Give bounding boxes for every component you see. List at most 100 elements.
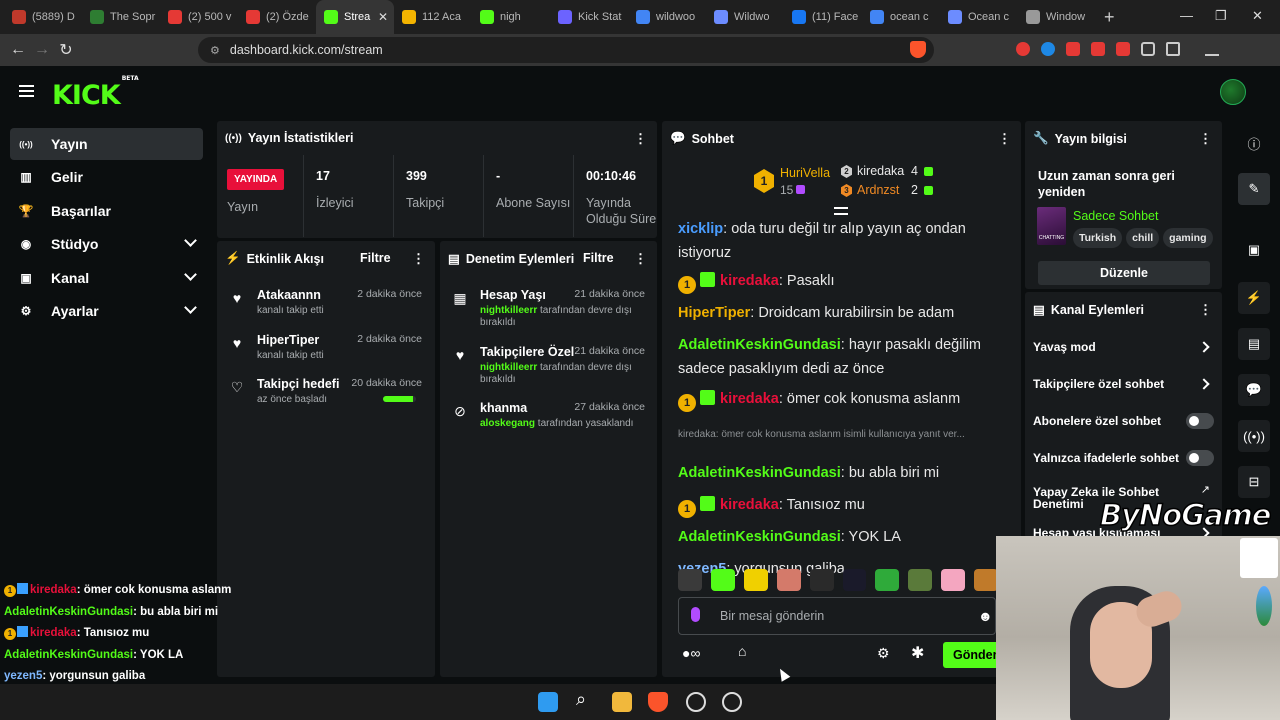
chat-input[interactable]: Bir mesaj gönderin ☻ [678, 597, 996, 635]
browser-tab[interactable]: (5889) D [4, 0, 82, 34]
site-info-icon[interactable]: ⚙ [210, 44, 220, 57]
notes-icon[interactable]: ▤ [1238, 328, 1270, 360]
url-field[interactable]: ⚙ dashboard.kick.com/stream [198, 37, 934, 63]
stream-tag[interactable]: Turkish [1073, 228, 1123, 248]
maximize-icon[interactable]: ❐ [1215, 8, 1227, 24]
brave-shields-icon[interactable] [910, 41, 926, 58]
browser-tab[interactable]: nigh [472, 0, 550, 34]
browser-tab[interactable]: 112 Aca [394, 0, 472, 34]
filter-button[interactable]: Filtre [360, 251, 391, 265]
stream-tag[interactable]: gaming [1163, 228, 1213, 248]
store-icon[interactable]: ⌂ [738, 643, 746, 659]
extension-tube-icon[interactable] [1116, 42, 1130, 56]
channel-action-item[interactable]: Yavaş mod [1033, 338, 1214, 362]
chevron-right-icon[interactable] [1198, 341, 1210, 353]
emoji-icon[interactable]: ☻ [978, 608, 993, 624]
more-options-icon[interactable]: ⋮ [634, 131, 647, 147]
more-options-icon[interactable]: ⋮ [1199, 131, 1212, 147]
sidebar-item-5[interactable]: ⚙ Ayarlar [10, 295, 203, 327]
browser-tab[interactable]: Ocean c [940, 0, 1018, 34]
reload-icon[interactable]: ↻ [54, 40, 78, 60]
windows-start-icon[interactable] [538, 692, 558, 712]
mic-icon[interactable] [691, 607, 700, 622]
chat-icon[interactable]: 💬 [1238, 374, 1270, 406]
category-link[interactable]: Sadece Sohbet [1073, 209, 1159, 223]
channel-action-item[interactable]: Takipçilere özel sohbet [1033, 375, 1214, 399]
extension-ublock-icon[interactable] [1016, 42, 1030, 56]
info-icon[interactable]: ⓘ [1238, 127, 1270, 159]
extension-youtube-icon[interactable] [1066, 42, 1080, 56]
extension-search-icon[interactable] [1091, 42, 1105, 56]
obs-icon[interactable] [686, 692, 706, 712]
new-tab-icon[interactable]: + [1104, 7, 1115, 28]
browser-tab[interactable]: Strea ✕ [316, 0, 394, 34]
emote-icon[interactable] [678, 569, 702, 591]
emote-icon[interactable] [974, 569, 999, 591]
brave-browser-icon[interactable] [648, 692, 668, 712]
top-gifter-name[interactable]: HuriVella [780, 166, 830, 180]
moderator-name[interactable]: nightkilleerr [480, 362, 537, 373]
back-icon[interactable]: ← [6, 41, 30, 59]
browser-tab[interactable]: Window [1018, 0, 1096, 34]
browser-tab[interactable]: Wildwo [706, 0, 784, 34]
browser-tab[interactable]: (2) Özde [238, 0, 316, 34]
stream-tag[interactable]: chill [1126, 228, 1160, 248]
toggle-switch[interactable] [1186, 413, 1214, 429]
chevron-down-icon[interactable] [184, 267, 197, 281]
chat-username[interactable]: kiredaka [720, 497, 779, 513]
more-options-icon[interactable]: ⋮ [634, 251, 647, 267]
sidebar-item-0[interactable]: ((•)) Yayın [10, 128, 203, 160]
channel-action-item[interactable]: Abonelere özel sohbet [1033, 412, 1214, 436]
chat-username[interactable]: kiredaka [720, 391, 779, 407]
browser-tab[interactable]: The Sopr [82, 0, 160, 34]
hamburger-menu-icon[interactable] [19, 85, 34, 97]
kick-logo[interactable]: KICKBETA [52, 75, 139, 111]
emote-icon[interactable] [908, 569, 933, 591]
more-options-icon[interactable]: ⋮ [412, 251, 425, 267]
forward-icon[interactable]: → [30, 41, 54, 59]
chat-username[interactable]: HiperTiper [678, 305, 750, 321]
app-icon[interactable] [722, 692, 742, 712]
edit-button[interactable]: Düzenle [1038, 261, 1210, 285]
more-options-icon[interactable]: ⋮ [1199, 302, 1212, 318]
lightning-icon[interactable]: ⚡ [1238, 282, 1270, 314]
close-tab-icon[interactable]: ✕ [378, 10, 388, 24]
emote-icon[interactable] [743, 569, 768, 591]
broadcast-icon[interactable]: ((•)) [1238, 420, 1270, 452]
fullscreen-icon[interactable]: ▣ [1238, 234, 1270, 266]
browser-tab[interactable]: (11) Face [784, 0, 862, 34]
minimize-icon[interactable]: — [1180, 8, 1193, 23]
reply-preview[interactable]: kiredaka: ömer cok konusma aslanm isimli… [678, 423, 1008, 447]
chevron-down-icon[interactable] [184, 301, 197, 314]
puzzle-icon[interactable]: ✱ [911, 643, 924, 663]
browser-tab[interactable]: ocean c [862, 0, 940, 34]
category-thumbnail[interactable]: CHATTING [1037, 207, 1066, 245]
moderator-name[interactable]: aloskegang [480, 418, 535, 429]
moderator-name[interactable]: nightkilleerr [480, 305, 537, 316]
chat-username[interactable]: AdaletinKeskinGundasi [678, 337, 841, 353]
browser-tab[interactable]: wildwoo [628, 0, 706, 34]
emote-icon[interactable] [875, 569, 900, 591]
close-window-icon[interactable]: ✕ [1252, 8, 1263, 24]
chat-username[interactable]: AdaletinKeskinGundasi [678, 465, 841, 481]
search-icon[interactable]: ⌕ [576, 689, 596, 709]
sidebar-item-1[interactable]: ▥ Gelir [10, 161, 203, 193]
extension-translate-icon[interactable] [1041, 42, 1055, 56]
gifter-name[interactable]: kiredaka [857, 164, 904, 178]
points-icon[interactable]: ●∞ [682, 645, 700, 661]
emote-icon[interactable] [842, 569, 867, 591]
chat-settings-icon[interactable]: ⚙ [877, 645, 890, 662]
chat-username[interactable]: xicklip [678, 221, 723, 237]
sidebar-panel-icon[interactable] [1166, 42, 1180, 56]
chat-username[interactable]: kiredaka [720, 273, 779, 289]
gifter-name[interactable]: Ardnzst [857, 183, 899, 197]
pinned-toggle-icon[interactable] [834, 207, 848, 215]
sidebar-item-4[interactable]: ▣ Kanal [10, 262, 203, 294]
user-avatar[interactable] [1220, 79, 1246, 105]
chat-username[interactable]: AdaletinKeskinGundasi [678, 529, 841, 545]
edit-pencil-icon[interactable]: ✎ [1238, 173, 1270, 205]
browser-tab[interactable]: Kick Stat [550, 0, 628, 34]
layout-icon[interactable]: ⊟ [1238, 466, 1270, 498]
toggle-switch[interactable] [1186, 450, 1214, 466]
sidebar-item-3[interactable]: ◉ Stüdyo [10, 228, 203, 260]
